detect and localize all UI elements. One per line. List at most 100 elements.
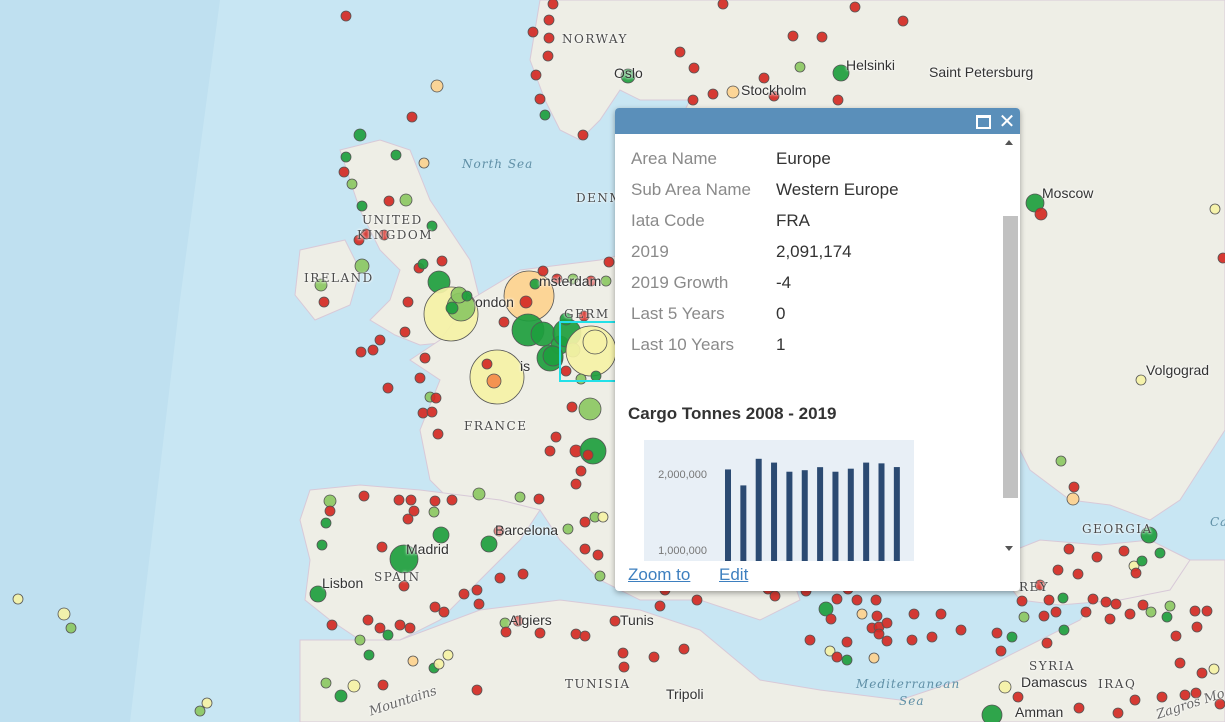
airport-symbol[interactable] bbox=[417, 407, 429, 419]
airport-symbol[interactable] bbox=[1080, 606, 1092, 618]
airport-symbol[interactable] bbox=[530, 69, 542, 81]
airport-symbol[interactable] bbox=[1034, 207, 1048, 221]
airport-symbol[interactable] bbox=[433, 658, 445, 670]
airport-symbol[interactable] bbox=[436, 255, 448, 267]
airport-symbol[interactable] bbox=[1118, 545, 1130, 557]
airport-symbol[interactable] bbox=[429, 495, 441, 507]
airport-symbol[interactable] bbox=[617, 647, 629, 659]
airport-symbol[interactable] bbox=[363, 649, 375, 661]
chart-bar[interactable] bbox=[740, 485, 747, 561]
airport-symbol[interactable] bbox=[550, 431, 562, 443]
airport-symbol[interactable] bbox=[519, 295, 533, 309]
airport-symbol[interactable] bbox=[374, 622, 386, 634]
airport-symbol[interactable] bbox=[340, 10, 352, 22]
airport-symbol[interactable] bbox=[356, 200, 368, 212]
airport-symbol[interactable] bbox=[1201, 605, 1213, 617]
airport-symbol[interactable] bbox=[1154, 547, 1166, 559]
airport-symbol[interactable] bbox=[1170, 630, 1182, 642]
chart-bar[interactable] bbox=[832, 471, 839, 561]
airport-symbol[interactable] bbox=[382, 382, 394, 394]
airport-symbol[interactable] bbox=[324, 505, 336, 517]
airport-symbol[interactable] bbox=[906, 634, 918, 646]
airport-symbol[interactable] bbox=[534, 627, 546, 639]
airport-symbol[interactable] bbox=[367, 344, 379, 356]
airport-symbol[interactable] bbox=[831, 651, 843, 663]
popup-scrollbar[interactable] bbox=[1001, 134, 1020, 561]
airport-symbol[interactable] bbox=[446, 494, 458, 506]
airport-symbol[interactable] bbox=[442, 649, 454, 661]
airport-symbol[interactable] bbox=[1136, 555, 1148, 567]
airport-symbol[interactable] bbox=[998, 680, 1012, 694]
airport-symbol[interactable] bbox=[935, 608, 947, 620]
airport-symbol[interactable] bbox=[404, 622, 416, 634]
airport-symbol[interactable] bbox=[334, 689, 348, 703]
basemap[interactable] bbox=[0, 0, 1225, 722]
airport-symbol[interactable] bbox=[825, 613, 837, 625]
airport-symbol[interactable] bbox=[402, 296, 414, 308]
airport-symbol[interactable] bbox=[353, 128, 367, 142]
airport-symbol[interactable] bbox=[543, 14, 555, 26]
airport-symbol[interactable] bbox=[1091, 551, 1103, 563]
chart-bar[interactable] bbox=[878, 463, 885, 561]
airport-symbol[interactable] bbox=[418, 157, 430, 169]
airport-symbol[interactable] bbox=[533, 493, 545, 505]
airport-symbol[interactable] bbox=[432, 428, 444, 440]
airport-symbol[interactable] bbox=[539, 109, 551, 121]
airport-symbol[interactable] bbox=[691, 594, 703, 606]
airport-symbol[interactable] bbox=[579, 543, 591, 555]
airport-symbol[interactable] bbox=[1156, 691, 1168, 703]
airport-symbol[interactable] bbox=[577, 129, 589, 141]
airport-symbol[interactable] bbox=[1164, 600, 1176, 612]
airport-symbol[interactable] bbox=[856, 608, 868, 620]
airport-symbol[interactable] bbox=[794, 61, 806, 73]
airport-symbol[interactable] bbox=[382, 629, 394, 641]
chart-bar[interactable] bbox=[863, 462, 870, 561]
airport-symbol[interactable] bbox=[376, 541, 388, 553]
airport-symbol[interactable] bbox=[831, 593, 843, 605]
airport-symbol[interactable] bbox=[1217, 252, 1225, 264]
airport-symbol[interactable] bbox=[592, 549, 604, 561]
airport-symbol[interactable] bbox=[1073, 702, 1085, 714]
airport-symbol[interactable] bbox=[579, 516, 591, 528]
airport-symbol[interactable] bbox=[726, 85, 740, 99]
airport-symbol[interactable] bbox=[417, 258, 429, 270]
airport-symbol[interactable] bbox=[578, 397, 602, 421]
airport-symbol[interactable] bbox=[471, 584, 483, 596]
airport-symbol[interactable] bbox=[1145, 606, 1157, 618]
airport-symbol[interactable] bbox=[429, 601, 441, 613]
scroll-up-arrow-icon[interactable] bbox=[1005, 140, 1013, 145]
airport-symbol[interactable] bbox=[881, 635, 893, 647]
airport-symbol[interactable] bbox=[868, 652, 880, 664]
airport-symbol[interactable] bbox=[841, 654, 853, 666]
airport-symbol[interactable] bbox=[707, 88, 719, 100]
chart-bar[interactable] bbox=[847, 468, 854, 561]
airport-symbol[interactable] bbox=[1110, 598, 1122, 610]
airport-symbol[interactable] bbox=[320, 677, 332, 689]
airport-symbol[interactable] bbox=[326, 619, 338, 631]
airport-symbol[interactable] bbox=[908, 608, 920, 620]
airport-symbol[interactable] bbox=[480, 535, 498, 553]
airport-symbol[interactable] bbox=[1189, 605, 1201, 617]
airport-symbol[interactable] bbox=[445, 301, 459, 315]
airport-symbol[interactable] bbox=[832, 94, 844, 106]
cargo-bar-chart[interactable]: 1,000,000 2,000,000 bbox=[615, 434, 1001, 561]
airport-symbol[interactable] bbox=[590, 370, 602, 382]
airport-symbol[interactable] bbox=[534, 93, 546, 105]
airport-symbol[interactable] bbox=[1104, 613, 1116, 625]
airport-symbol[interactable] bbox=[582, 329, 608, 355]
airport-symbol[interactable] bbox=[542, 50, 554, 62]
airport-symbol[interactable] bbox=[346, 178, 358, 190]
airport-symbol[interactable] bbox=[1058, 624, 1070, 636]
airport-symbol[interactable] bbox=[981, 704, 1003, 722]
airport-symbol[interactable] bbox=[881, 617, 893, 629]
airport-symbol[interactable] bbox=[674, 46, 686, 58]
airport-symbol[interactable] bbox=[481, 358, 493, 370]
airport-symbol[interactable] bbox=[547, 0, 559, 10]
airport-symbol[interactable] bbox=[486, 373, 502, 389]
airport-symbol[interactable] bbox=[12, 593, 24, 605]
airport-symbol[interactable] bbox=[426, 406, 438, 418]
airport-symbol[interactable] bbox=[1018, 611, 1030, 623]
airport-symbol[interactable] bbox=[687, 94, 699, 106]
airport-symbol[interactable] bbox=[654, 600, 666, 612]
airport-symbol[interactable] bbox=[1068, 481, 1080, 493]
